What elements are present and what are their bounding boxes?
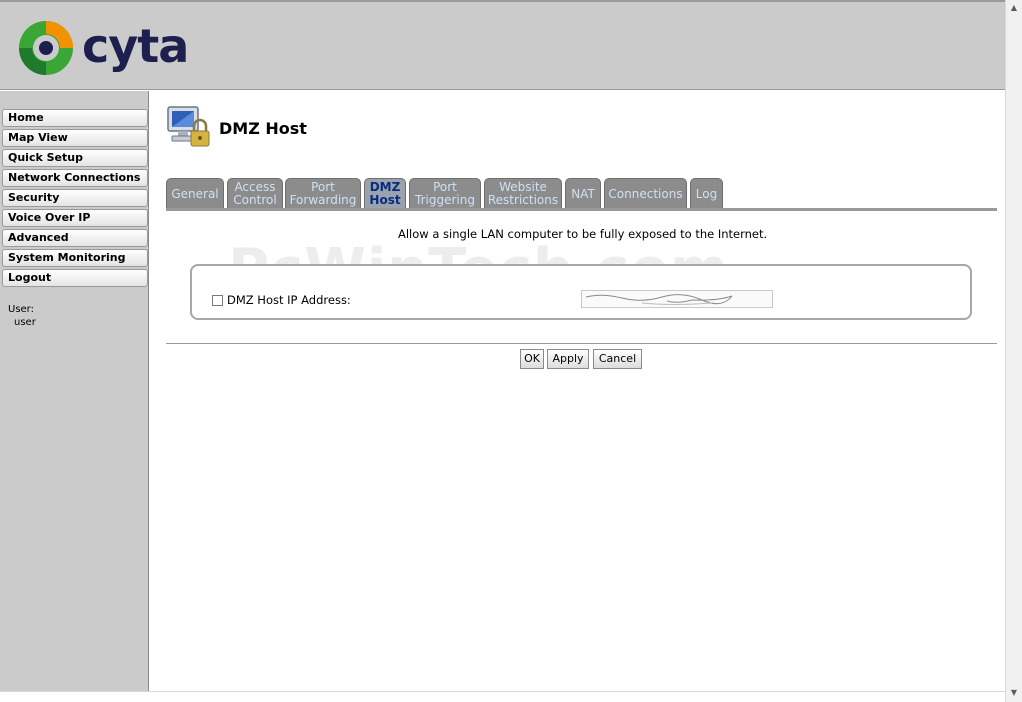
tab-log[interactable]: Log	[690, 178, 723, 209]
sidebar-item-quick-setup[interactable]: Quick Setup	[2, 149, 148, 167]
tab-label: Port Forwarding	[289, 180, 357, 207]
main-content: DMZ Host General Access Control Port Forwa…	[158, 91, 1005, 691]
cancel-button[interactable]: Cancel	[593, 349, 642, 369]
sidebar-item-security[interactable]: Security	[2, 189, 148, 207]
cyta-logo[interactable]: cyta	[16, 18, 189, 78]
tab-general[interactable]: General	[166, 178, 224, 209]
tab-label: Connections	[608, 186, 683, 201]
redaction-scribble-icon	[585, 294, 733, 305]
tab-access-control[interactable]: Access Control	[227, 178, 283, 209]
sidebar: Home Map View Quick Setup Network Connec…	[0, 91, 149, 691]
tab-nat[interactable]: NAT	[565, 178, 601, 209]
computer-lock-icon	[167, 106, 210, 147]
arrow-up-icon[interactable]: ▲	[1009, 3, 1019, 13]
page-title: DMZ Host	[219, 119, 307, 138]
dmz-host-checkbox[interactable]	[212, 295, 223, 306]
bottom-edge	[0, 691, 1005, 702]
cyta-swirl-icon	[19, 21, 73, 75]
sidebar-item-home[interactable]: Home	[2, 109, 148, 127]
tab-label: General	[171, 186, 219, 201]
arrow-down-icon[interactable]: ▼	[1009, 688, 1019, 698]
tab-underline	[166, 208, 997, 211]
dmz-host-ip-label: DMZ Host IP Address:	[227, 293, 351, 307]
sidebar-item-network-connections[interactable]: Network Connections	[2, 169, 148, 187]
sidebar-nav: Home Map View Quick Setup Network Connec…	[2, 109, 148, 289]
tab-port-forwarding[interactable]: Port Forwarding	[285, 178, 361, 209]
brand-name: cyta	[82, 19, 189, 73]
tab-label: DMZ Host	[369, 180, 401, 207]
tab-connections[interactable]: Connections	[604, 178, 687, 209]
sidebar-item-advanced[interactable]: Advanced	[2, 229, 148, 247]
sidebar-item-logout[interactable]: Logout	[2, 269, 148, 287]
apply-button[interactable]: Apply	[547, 349, 589, 369]
dmz-settings-box: DMZ Host IP Address:	[190, 264, 972, 320]
user-info: User: user	[8, 303, 36, 329]
tab-label: NAT	[571, 186, 595, 201]
vertical-scrollbar[interactable]: ▲ ▼	[1005, 0, 1022, 702]
sidebar-item-map-view[interactable]: Map View	[2, 129, 148, 147]
user-label: User:	[8, 304, 34, 315]
tab-label: Access Control	[233, 180, 277, 207]
tab-label: Port Triggering	[415, 180, 475, 207]
tab-label: Website Restrictions	[487, 180, 559, 207]
dmz-host-ip-input[interactable]	[581, 290, 773, 308]
tab-port-triggering[interactable]: Port Triggering	[409, 178, 481, 209]
header: cyta	[0, 0, 1005, 90]
tab-website-restrictions[interactable]: Website Restrictions	[484, 178, 562, 209]
tab-dmz-host[interactable]: DMZ Host	[364, 178, 406, 209]
sidebar-item-voice-over-ip[interactable]: Voice Over IP	[2, 209, 148, 227]
action-separator	[166, 343, 997, 344]
page-description: Allow a single LAN computer to be fully …	[398, 227, 768, 241]
sidebar-item-system-monitoring[interactable]: System Monitoring	[2, 249, 148, 267]
tab-label: Log	[695, 186, 718, 201]
ok-button[interactable]: OK	[520, 349, 544, 369]
user-name: user	[14, 317, 36, 328]
